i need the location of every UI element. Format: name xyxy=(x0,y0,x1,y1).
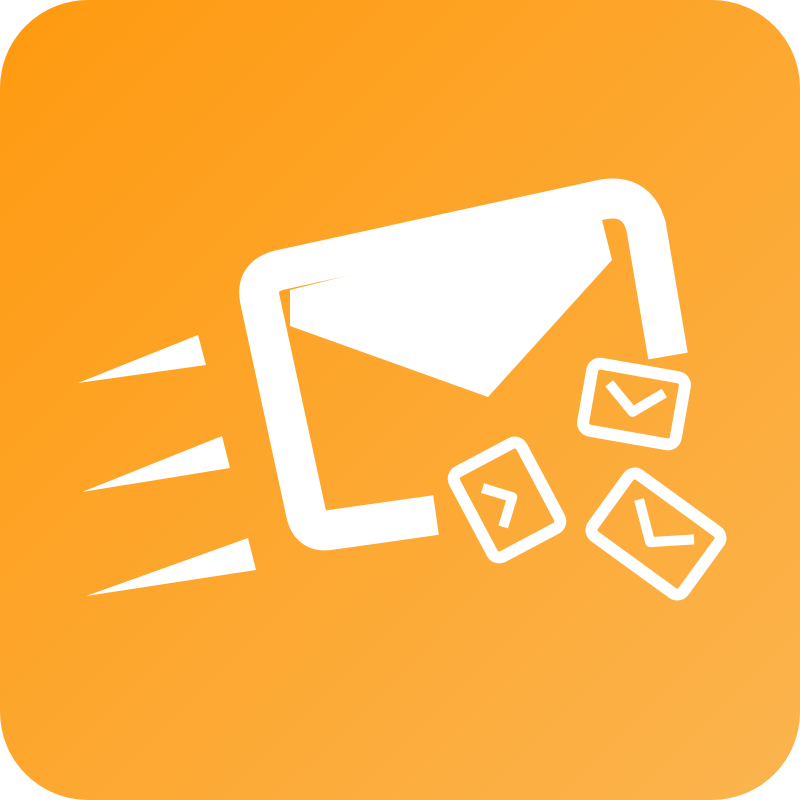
app-icon xyxy=(0,0,800,800)
bulk-email-send-icon xyxy=(0,0,800,800)
